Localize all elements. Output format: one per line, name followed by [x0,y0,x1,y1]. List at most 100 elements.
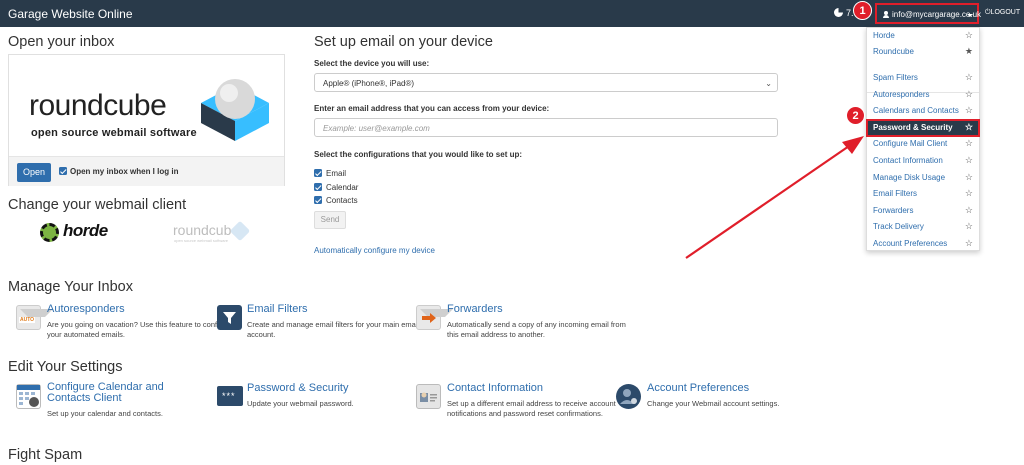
checkbox-checked-icon [314,169,322,177]
star-outline-icon[interactable]: ☆ [965,172,973,183]
star-filled-icon[interactable]: ★ [965,46,973,57]
calendar-contacts-icon[interactable] [16,384,41,409]
config-calendar-checkbox[interactable]: Calendar [314,183,358,192]
config-contacts-checkbox[interactable]: Contacts [314,196,358,205]
roundcube-logo-text[interactable]: roundcube [29,89,167,123]
star-outline-icon[interactable]: ☆ [965,221,973,232]
stats-indicator[interactable]: 7. [834,8,854,18]
password-security-link[interactable]: Password & Security [247,382,348,394]
menu-item-label: Spam Filters [873,73,918,82]
star-outline-icon[interactable]: ☆ [965,205,973,216]
menu-item-label: Track Delivery [873,222,924,231]
menu-item-label: Manage Disk Usage [873,173,946,182]
menu-item-label: Autoresponders [873,90,930,99]
funnel-icon [223,312,236,324]
star-outline-icon[interactable]: ☆ [965,122,973,133]
roundcube-logo-subtitle: open source webmail software [31,127,197,139]
configure-calendar-link[interactable]: Configure Calendar and Contacts Client [47,382,187,404]
config-email-label: Email [326,169,347,178]
account-preferences-desc: Change your Webmail account settings. [647,399,780,408]
forwarders-link[interactable]: Forwarders [447,303,503,315]
user-gear-icon [620,389,637,404]
email-filters-link[interactable]: Email Filters [247,303,308,315]
device-select[interactable]: Apple® (iPhone®, iPad®) ⌄ [314,73,778,92]
menu-item-autoresponders[interactable]: Autoresponders ☆ [867,87,979,103]
config-select-label: Select the configurations that you would… [314,150,523,159]
calendar-icon [17,385,40,407]
menu-item-label: Configure Mail Client [873,139,948,148]
autoresponders-desc: Are you going on vacation? Use this feat… [47,320,234,339]
contact-information-link[interactable]: Contact Information [447,382,543,394]
checkbox-checked-icon [59,167,67,175]
horde-client-link[interactable]: horde [40,221,120,244]
menu-item-forwarders[interactable]: Forwarders ☆ [867,203,979,219]
star-outline-icon[interactable]: ☆ [965,30,973,41]
star-outline-icon[interactable]: ☆ [965,72,973,83]
logout-label: LOGOUT [990,9,1021,16]
auto-configure-link[interactable]: Automatically configure my device [314,246,435,255]
config-email-checkbox[interactable]: Email [314,169,346,178]
inbox-card: roundcube open source webmail software O… [8,54,285,186]
star-outline-icon[interactable]: ☆ [965,105,973,116]
horde-gear-icon [40,223,59,242]
user-dropdown-menu: Horde ☆ Roundcube ★ Spam Filters ☆ Autoresp… [866,27,980,251]
menu-item-contact-information[interactable]: Contact Information ☆ [867,153,979,169]
checkbox-checked-icon [314,183,322,191]
menu-item-track-delivery[interactable]: Track Delivery ☆ [867,219,979,235]
password-dots: *** [222,391,236,401]
menu-item-spam-filters[interactable]: Spam Filters ☆ [867,70,979,86]
menu-item-label: Calendars and Contacts [873,106,959,115]
menu-item-password-security[interactable]: Password & Security ☆ [866,119,980,137]
auto-label: AUTO [19,317,36,323]
contact-information-icon[interactable] [416,384,441,409]
menu-item-calendars-contacts[interactable]: Calendars and Contacts ☆ [867,103,979,119]
autoresponders-link[interactable]: Autoresponders [47,303,125,315]
password-security-desc: Update your webmail password. [247,399,354,408]
roundcube-small-subtitle: open source webmail software [174,238,229,243]
config-contacts-label: Contacts [326,196,358,205]
app-title[interactable]: Garage Website Online [8,7,133,21]
device-setup-heading: Set up email on your device [314,34,493,50]
caret-down-icon [967,14,973,17]
menu-item-manage-disk-usage[interactable]: Manage Disk Usage ☆ [867,170,979,186]
menu-item-roundcube[interactable]: Roundcube ★ [867,44,979,60]
send-button[interactable]: Send [314,211,346,229]
pie-chart-icon [834,8,843,17]
forwarder-icon[interactable] [416,305,453,330]
user-menu-button[interactable]: info@mycargarage.co.uk [875,3,981,24]
page-root: { "topbar": { "title": "Garage Website O… [0,0,1024,465]
open-on-login-checkbox[interactable]: Open my inbox when I log in [59,167,178,176]
device-email-placeholder: Example: user@example.com [323,124,430,133]
autoresponder-icon[interactable]: AUTO [16,305,53,330]
logout-button[interactable]: ⏻LOGOUT [985,9,1020,17]
checkbox-checked-icon [314,196,322,204]
step-badge-one: 1 [853,1,872,20]
annotation-arrow [685,136,864,259]
star-outline-icon[interactable]: ☆ [965,155,973,166]
roundcube-client-link[interactable]: roundcube open source webmail software [173,220,255,246]
edit-settings-heading: Edit Your Settings [8,359,123,375]
star-outline-icon[interactable]: ☆ [965,138,973,149]
horde-label: horde [63,221,108,240]
menu-item-label: Account Preferences [873,239,948,248]
account-preferences-icon[interactable] [616,384,641,409]
menu-item-email-filters[interactable]: Email Filters ☆ [867,186,979,202]
star-outline-icon[interactable]: ☆ [965,89,973,100]
forward-arrow-icon [422,313,436,323]
open-inbox-button[interactable]: Open [17,163,51,182]
star-outline-icon[interactable]: ☆ [965,238,973,249]
menu-item-label: Roundcube [873,47,914,56]
email-filter-icon[interactable] [217,305,242,330]
menu-item-label: Password & Security [873,123,953,132]
manage-inbox-heading: Manage Your Inbox [8,279,133,295]
forwarders-desc: Automatically send a copy of any incomin… [447,320,626,339]
password-security-icon[interactable]: *** [217,386,243,406]
menu-item-horde[interactable]: Horde ☆ [867,28,979,44]
account-preferences-link[interactable]: Account Preferences [647,382,749,394]
star-outline-icon[interactable]: ☆ [965,188,973,199]
roundcube-small-label: roundcube [173,222,240,238]
menu-item-configure-mail-client[interactable]: Configure Mail Client ☆ [867,136,979,152]
menu-item-account-preferences[interactable]: Account Preferences ☆ [867,236,979,252]
open-on-login-label: Open my inbox when I log in [70,167,179,176]
inbox-heading: Open your inbox [8,34,115,50]
